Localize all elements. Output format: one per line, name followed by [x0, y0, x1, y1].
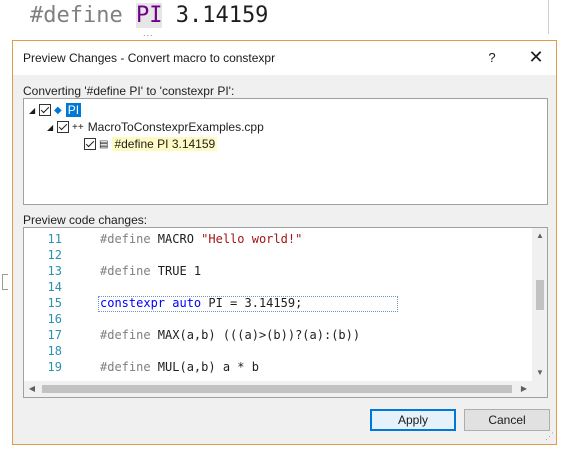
- line-number: 12: [47, 248, 62, 262]
- line-number: 17: [47, 328, 62, 342]
- dialog-title: Preview Changes - Convert macro to const…: [23, 51, 276, 65]
- macro-token: MAX(a,b) (((a)>(b))?(a):(b)): [150, 328, 361, 342]
- editor-margin-bracket: [2, 274, 8, 290]
- editor-symbol-pi[interactable]: PI: [135, 3, 163, 28]
- plain-token: PI = 3.14159;: [201, 296, 303, 310]
- macro-token: MUL(a,b) a * b: [150, 360, 259, 374]
- collapse-triangle-icon[interactable]: ◢: [29, 106, 39, 115]
- cpp-file-icon: ++: [72, 121, 84, 133]
- line-number: 15: [47, 296, 62, 310]
- close-button[interactable]: ✕: [523, 45, 549, 71]
- tree-row-file[interactable]: ◢ ++ MacroToConstexprExamples.cpp: [47, 119, 264, 135]
- help-button[interactable]: ?: [479, 45, 505, 71]
- tree-change-label[interactable]: #define PI 3.14159: [112, 137, 218, 151]
- scroll-up-arrow-icon[interactable]: ▲: [532, 228, 547, 244]
- code-preview[interactable]: 11 #define MACRO "Hello world!" 12 13 #defin…: [23, 227, 548, 398]
- line-source: constexpr auto PI = 3.14159;: [100, 296, 302, 310]
- horizontal-scroll-thumb[interactable]: [42, 385, 512, 393]
- preprocessor-token: #define: [100, 360, 151, 374]
- preview-changes-dialog: Preview Changes - Convert macro to const…: [12, 40, 557, 445]
- resize-grip-icon[interactable]: ⋰: [545, 431, 554, 442]
- line-number: 13: [47, 264, 62, 278]
- line-number: 14: [47, 280, 62, 294]
- converting-label: Converting '#define PI' to 'constexpr PI…: [23, 84, 235, 98]
- line-number: 11: [47, 232, 62, 246]
- macro-token: MACRO: [150, 232, 202, 246]
- line-number: 16: [47, 312, 62, 326]
- line-source: #define MACRO "Hello world!": [100, 232, 302, 246]
- line-source: #define MAX(a,b) (((a)>(b))?(a):(b)): [100, 328, 360, 342]
- document-icon: ▤: [99, 138, 109, 150]
- editor-define-keyword: #define: [30, 3, 136, 28]
- tree-row-change[interactable]: ▤ #define PI 3.14159: [84, 136, 218, 152]
- editor-divider: [548, 0, 549, 34]
- preview-code-label: Preview code changes:: [23, 213, 148, 227]
- keyword-token: constexpr auto: [100, 296, 202, 310]
- editor-code: #define PI 3.14159: [30, 3, 268, 28]
- tree-root-label[interactable]: PI: [65, 103, 82, 117]
- macro-token: TRUE 1: [150, 264, 202, 278]
- root-checkbox[interactable]: [39, 104, 51, 116]
- scroll-down-arrow-icon[interactable]: ▼: [532, 365, 547, 381]
- line-source: #define MUL(a,b) a * b: [100, 360, 259, 374]
- string-token: "Hello world!": [201, 232, 303, 246]
- preprocessor-token: #define: [100, 264, 151, 278]
- apply-button[interactable]: Apply: [370, 409, 456, 431]
- collapse-triangle-icon[interactable]: ◢: [47, 123, 57, 132]
- scroll-corner: [532, 381, 547, 397]
- scroll-right-arrow-icon[interactable]: ▶: [516, 381, 532, 397]
- change-checkbox[interactable]: [84, 138, 96, 150]
- quick-action-dots-icon[interactable]: ...: [143, 28, 154, 38]
- vertical-scroll-thumb[interactable]: [536, 280, 544, 310]
- vertical-scrollbar[interactable]: ▲ ▼: [532, 228, 547, 381]
- editor-background-line: #define PI 3.14159 ...: [0, 0, 562, 38]
- horizontal-scrollbar[interactable]: ◀ ▶: [24, 381, 532, 397]
- symbol-icon: ◆: [54, 104, 62, 116]
- preprocessor-token: #define: [100, 328, 151, 342]
- tree-file-label[interactable]: MacroToConstexprExamples.cpp: [88, 120, 264, 134]
- tree-row-root[interactable]: ◢ ◆ PI: [29, 102, 82, 118]
- line-number: 19: [47, 360, 62, 374]
- changes-tree: ◢ ◆ PI ◢ ++ MacroToConstexprExamples.cpp…: [23, 98, 548, 205]
- editor-value: 3.14159: [162, 3, 269, 28]
- file-checkbox[interactable]: [57, 121, 69, 133]
- line-number: 18: [47, 344, 62, 358]
- cancel-button[interactable]: Cancel: [464, 409, 550, 431]
- line-source: #define TRUE 1: [100, 264, 201, 278]
- preprocessor-token: #define: [100, 232, 151, 246]
- dialog-titlebar: Preview Changes - Convert macro to const…: [13, 41, 556, 75]
- scroll-left-arrow-icon[interactable]: ◀: [24, 381, 40, 397]
